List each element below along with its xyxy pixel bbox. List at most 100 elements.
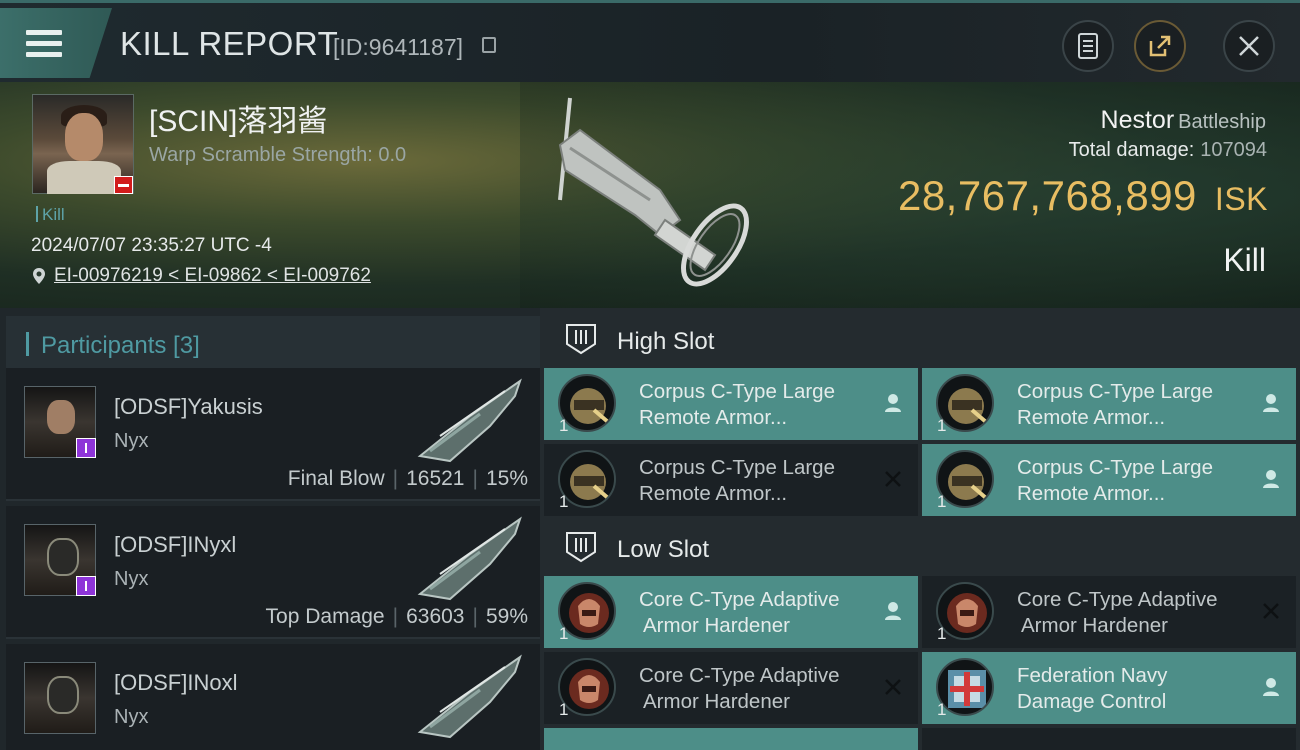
copy-icon[interactable] bbox=[482, 37, 496, 53]
module-item[interactable]: 1 Core C-Type Adaptive Armor Hardener bbox=[544, 576, 918, 648]
module-item[interactable]: 1 Corpus C-Type Large Remote Armor... bbox=[922, 368, 1296, 440]
low-slot-icon bbox=[566, 532, 596, 563]
info-badge-icon bbox=[76, 438, 96, 458]
module-name-line1: Federation Navy bbox=[1017, 664, 1168, 687]
low-slot-header: Low Slot bbox=[544, 520, 1300, 576]
participant-ship-image bbox=[417, 516, 522, 601]
module-quantity: 1 bbox=[937, 492, 947, 511]
module-quantity: 1 bbox=[937, 416, 947, 435]
participant-damage: 16521 bbox=[406, 467, 465, 490]
location-pin-icon bbox=[33, 268, 45, 284]
participants-header: Participants [3] bbox=[6, 316, 540, 372]
page-title: KILL REPORT bbox=[120, 25, 339, 62]
module-name-line1: Corpus C-Type Large bbox=[639, 380, 835, 403]
module-name-line1: Corpus C-Type Large bbox=[1017, 380, 1213, 403]
person-icon bbox=[885, 602, 901, 620]
participant-ship: Nyx bbox=[114, 430, 149, 452]
close-icon bbox=[885, 679, 901, 695]
module-name-line1: Core C-Type Adaptive bbox=[639, 588, 840, 611]
participant-name: [ODSF]INoxl bbox=[114, 670, 238, 695]
participant-card[interactable]: [ODSF]INyxl Nyx Top Damage | 63603 | 59% bbox=[6, 506, 540, 639]
module-item[interactable]: 1 Core C-Type Adaptive Armor Hardener bbox=[922, 576, 1296, 648]
module-name-line2: Damage Control bbox=[1017, 690, 1167, 713]
menu-button[interactable] bbox=[0, 8, 112, 78]
participant-ship: Nyx bbox=[114, 568, 149, 590]
kill-result: Kill bbox=[1223, 242, 1266, 278]
participant-card[interactable]: [ODSF]INoxl Nyx bbox=[6, 644, 540, 750]
participant-role: Final Blow bbox=[287, 467, 385, 490]
module-name-line2: Armor Hardener bbox=[1021, 614, 1168, 637]
participant-ship-image bbox=[417, 378, 522, 463]
participant-percent: 59% bbox=[485, 605, 528, 628]
module-name-line2: Armor Hardener bbox=[643, 614, 790, 637]
notes-button[interactable] bbox=[1062, 20, 1114, 72]
module-name-line1: Core C-Type Adaptive bbox=[1017, 588, 1218, 611]
module-item[interactable]: 1 Core C-Type Adaptive Armor Hardener bbox=[544, 652, 918, 724]
module-name: Federation Navy Damage Control bbox=[1017, 663, 1257, 715]
victim-ship-image bbox=[558, 97, 749, 287]
person-icon bbox=[1263, 470, 1279, 488]
ship-class: Battleship bbox=[1178, 111, 1266, 133]
module-item-partial[interactable] bbox=[922, 728, 1296, 750]
total-damage: Total damage: 107094 bbox=[1069, 139, 1267, 162]
hostile-badge-icon bbox=[114, 176, 133, 194]
module-name-line1: Corpus C-Type Large bbox=[639, 456, 835, 479]
share-icon bbox=[1149, 35, 1171, 57]
module-name-line2: Remote Armor... bbox=[639, 406, 788, 429]
high-slot-icon bbox=[566, 324, 596, 355]
total-damage-value: 107094 bbox=[1200, 139, 1267, 161]
module-name: Corpus C-Type Large Remote Armor... bbox=[1017, 379, 1257, 431]
hamburger-icon bbox=[26, 30, 62, 63]
participant-portrait bbox=[24, 662, 96, 734]
module-name-line2: Remote Armor... bbox=[639, 482, 788, 505]
participant-percent: 15% bbox=[485, 467, 528, 490]
module-name-line1: Corpus C-Type Large bbox=[1017, 456, 1213, 479]
module-item[interactable]: 1 Corpus C-Type Large Remote Armor... bbox=[544, 368, 918, 440]
person-icon bbox=[885, 394, 901, 412]
participants-label: Participants [3] bbox=[41, 332, 200, 359]
participant-ship-image bbox=[417, 654, 522, 739]
high-slot-header: High Slot bbox=[544, 312, 1300, 368]
module-quantity: 1 bbox=[559, 492, 569, 511]
participant-stats: Final Blow | 16521 | 15% bbox=[287, 467, 528, 490]
person-icon bbox=[1263, 394, 1279, 412]
module-quantity: 1 bbox=[937, 624, 947, 643]
module-name-line1: Core C-Type Adaptive bbox=[639, 664, 840, 687]
location-link[interactable]: EI-00976219 < EI-09862 < EI-009762 bbox=[54, 265, 371, 287]
total-damage-label: Total damage: bbox=[1068, 139, 1195, 161]
close-icon bbox=[1239, 36, 1259, 56]
low-slot-label: Low Slot bbox=[617, 536, 710, 563]
module-item[interactable]: 1 Corpus C-Type Large Remote Armor... bbox=[544, 444, 918, 516]
module-item[interactable]: 1 Corpus C-Type Large Remote Armor... bbox=[922, 444, 1296, 516]
share-button[interactable] bbox=[1134, 20, 1186, 72]
fitting-panel: High Slot 1 Corpus C-Type Large Remote Ar… bbox=[540, 308, 1300, 750]
module-name: Corpus C-Type Large Remote Armor... bbox=[1017, 455, 1257, 507]
high-slot-label: High Slot bbox=[617, 328, 715, 355]
victim-name[interactable]: [SCIN]落羽酱 bbox=[149, 96, 327, 140]
participant-ship: Nyx bbox=[114, 706, 149, 728]
document-icon bbox=[1078, 33, 1098, 59]
module-quantity: 1 bbox=[559, 416, 569, 435]
kill-summary-panel: [SCIN]落羽酱 Warp Scramble Strength: 0.0 Ki… bbox=[0, 82, 1300, 308]
victim-ship[interactable]: Nestor Battleship bbox=[1101, 106, 1266, 135]
kill-datetime: 2024/07/07 23:35:27 UTC -4 bbox=[31, 235, 272, 256]
module-name: Core C-Type Adaptive Armor Hardener bbox=[639, 587, 879, 639]
participant-stats: Top Damage | 63603 | 59% bbox=[265, 605, 528, 628]
module-item[interactable]: 1 Federation Navy Damage Control bbox=[922, 652, 1296, 724]
module-name: Core C-Type Adaptive Armor Hardener bbox=[639, 663, 879, 715]
participant-role: Top Damage bbox=[265, 605, 385, 628]
isk-unit: ISK bbox=[1214, 181, 1268, 217]
ship-name: Nestor bbox=[1100, 106, 1175, 134]
top-bar: KILL REPORT [ID:9641187] bbox=[0, 0, 1300, 82]
warp-scramble-strength: Warp Scramble Strength: 0.0 bbox=[149, 144, 407, 166]
module-name-line2: Remote Armor... bbox=[1017, 406, 1166, 429]
module-item-partial[interactable] bbox=[544, 728, 918, 750]
kill-location[interactable]: EI-00976219 < EI-09862 < EI-009762 bbox=[32, 265, 371, 287]
module-name-line2: Armor Hardener bbox=[643, 690, 790, 713]
module-name-line2: Remote Armor... bbox=[1017, 482, 1166, 505]
person-icon bbox=[1263, 678, 1279, 696]
close-button[interactable] bbox=[1223, 20, 1275, 72]
isk-amount: 28,767,768,899 bbox=[897, 172, 1197, 219]
isk-value: 28,767,768,899 ISK bbox=[898, 172, 1268, 220]
participant-card[interactable]: [ODSF]Yakusis Nyx Final Blow | 16521 | 15% bbox=[6, 368, 540, 501]
